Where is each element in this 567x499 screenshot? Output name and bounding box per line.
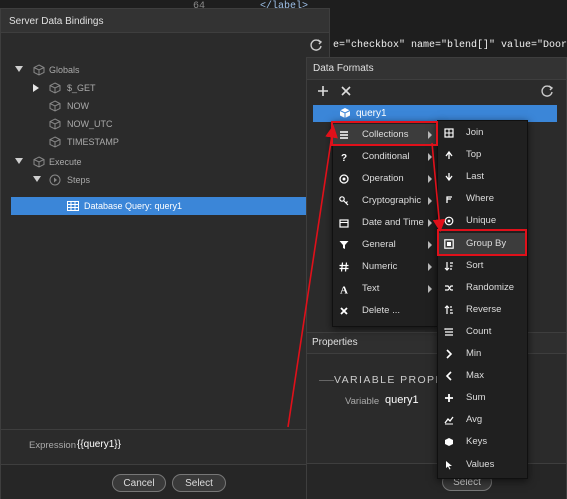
annotation-arrow-to-group-by [431, 142, 446, 233]
annotation-arrow-to-collections [287, 124, 338, 428]
annotation-arrows [287, 124, 446, 428]
